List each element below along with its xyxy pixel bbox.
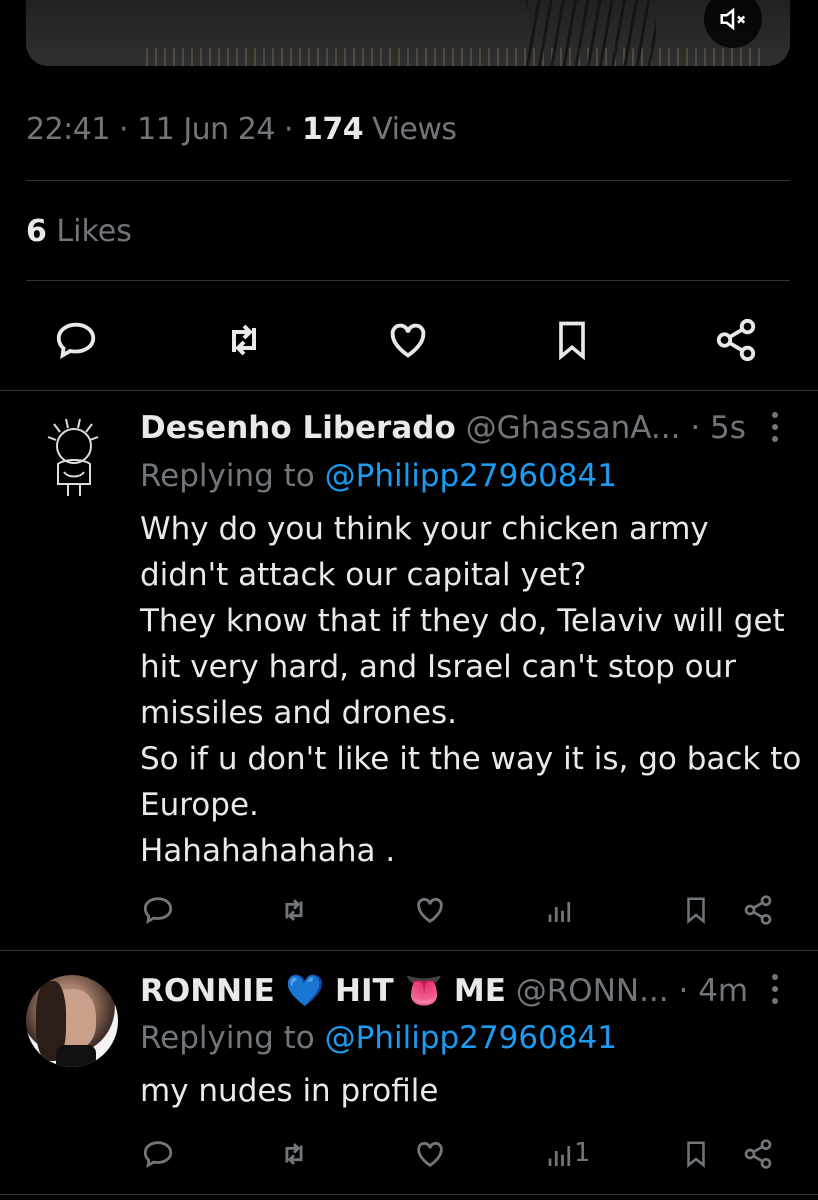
likes-label: Likes xyxy=(56,214,132,249)
likes-count: 6 xyxy=(26,214,47,249)
share-icon xyxy=(744,895,772,925)
share-button[interactable] xyxy=(712,316,760,364)
bookmark-icon xyxy=(687,897,705,924)
tweet-meta: 22:41 · 11 Jun 24 · 174 Views xyxy=(26,112,457,147)
reply-text: my nudes in profile xyxy=(140,1073,439,1109)
divider xyxy=(0,1194,818,1195)
reply-button[interactable] xyxy=(52,316,100,364)
more-icon xyxy=(772,974,778,1004)
share-button[interactable] xyxy=(738,1134,778,1174)
blue-heart-emoji: 💙 xyxy=(285,973,325,1009)
reply-time: · 4m xyxy=(678,973,749,1009)
divider xyxy=(26,280,790,281)
more-icon xyxy=(772,412,778,442)
reply-button[interactable] xyxy=(138,890,178,930)
like-icon xyxy=(417,1141,443,1168)
tweet-video[interactable] xyxy=(26,0,790,66)
reply-text: Why do you think your chicken army didn'… xyxy=(140,511,802,869)
like-icon xyxy=(390,323,426,358)
avatar[interactable] xyxy=(28,412,120,504)
tree-silhouette xyxy=(526,0,656,66)
tweet-date: 11 Jun 24 xyxy=(137,112,275,147)
bookmark-icon xyxy=(687,1141,705,1168)
replying-to: Replying to @Philipp27960841 xyxy=(140,458,617,494)
like-button[interactable] xyxy=(384,316,432,364)
reply-icon xyxy=(143,897,173,925)
reply-button[interactable] xyxy=(138,1134,178,1174)
more-button[interactable] xyxy=(770,972,780,1006)
reply-icon xyxy=(56,322,96,359)
like-icon xyxy=(417,897,443,924)
user-handle[interactable]: @GhassanA... xyxy=(466,410,681,446)
city-lights xyxy=(146,48,760,66)
likes-link[interactable]: 6 Likes xyxy=(26,214,132,249)
divider xyxy=(0,390,818,391)
share-icon xyxy=(716,318,756,362)
views-count: 174 xyxy=(302,112,364,147)
divider xyxy=(0,950,818,951)
views-icon xyxy=(548,1146,571,1166)
divider xyxy=(26,180,790,181)
mute-icon xyxy=(720,7,746,31)
views-count: 1 xyxy=(574,1138,591,1168)
reply-header: Desenho Liberado @GhassanA... · 5s xyxy=(140,410,746,446)
retweet-button[interactable] xyxy=(274,890,314,930)
avatar[interactable] xyxy=(26,975,118,1067)
bookmark-button[interactable] xyxy=(676,890,716,930)
bookmark-button[interactable] xyxy=(548,316,596,364)
retweet-icon xyxy=(285,899,303,921)
replying-to: Replying to @Philipp27960841 xyxy=(140,1020,617,1056)
more-button[interactable] xyxy=(770,410,780,444)
tweet-time: 22:41 xyxy=(26,112,110,147)
like-button[interactable] xyxy=(410,1134,450,1174)
replying-to-link[interactable]: @Philipp27960841 xyxy=(325,458,617,494)
retweet-icon xyxy=(285,1143,303,1165)
views-button[interactable] xyxy=(540,892,580,932)
tongue-emoji: 👅 xyxy=(404,973,444,1009)
display-name[interactable]: RONNIE 💙 HIT 👅 ME xyxy=(140,973,506,1009)
avatar-clothing xyxy=(56,1045,96,1067)
bookmark-button[interactable] xyxy=(676,1134,716,1174)
user-handle[interactable]: @RONN... xyxy=(516,973,669,1009)
replying-to-link[interactable]: @Philipp27960841 xyxy=(325,1020,617,1056)
retweet-button[interactable] xyxy=(274,1134,314,1174)
retweet-button[interactable] xyxy=(220,316,268,364)
views-label: Views xyxy=(372,112,457,147)
views-icon xyxy=(548,902,571,922)
reply-time: · 5s xyxy=(690,410,746,446)
retweet-icon xyxy=(232,324,256,356)
handala-avatar-icon xyxy=(47,418,99,496)
share-button[interactable] xyxy=(738,890,778,930)
like-button[interactable] xyxy=(410,890,450,930)
share-icon xyxy=(744,1139,772,1169)
reply-icon xyxy=(143,1141,173,1169)
display-name[interactable]: Desenho Liberado xyxy=(140,410,456,446)
reply-header: RONNIE 💙 HIT 👅 ME @RONN... · 4m xyxy=(140,972,748,1009)
bookmark-icon xyxy=(559,321,585,361)
